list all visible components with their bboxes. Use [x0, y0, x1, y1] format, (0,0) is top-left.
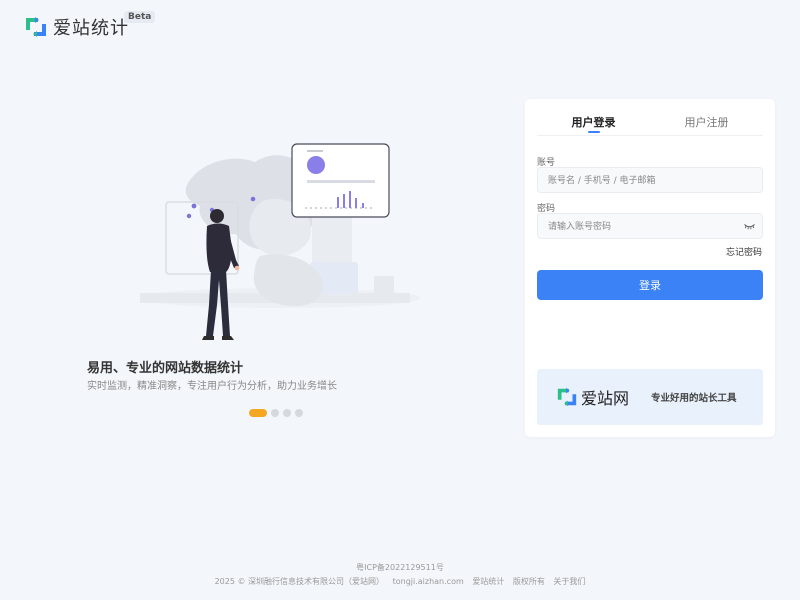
account-input[interactable]: [538, 169, 762, 193]
password-field-wrapper: [537, 213, 763, 239]
account-field-wrapper: [537, 167, 763, 193]
carousel-dot-1[interactable]: [249, 409, 267, 417]
aizhan-promo-banner[interactable]: 爱站网 专业好用的站长工具: [537, 369, 763, 425]
footer-links: 2025 © 深圳融行信息技术有限公司（爱站网） tongji.aizhan.c…: [0, 576, 800, 587]
forgot-password-link[interactable]: 忘记密码: [726, 245, 762, 258]
password-input[interactable]: [538, 215, 762, 239]
app-logo[interactable]: 爱站统计 Beta: [24, 11, 156, 40]
carousel-dot-3[interactable]: [283, 409, 291, 417]
hero-slogan: 易用、专业的网站数据统计: [87, 361, 244, 376]
aizhan-logo-icon: [26, 17, 46, 37]
login-card: 用户登录 用户注册 账号 密码 忘记密码 登录 爱站网 专业好用的站长工具: [525, 99, 775, 437]
banner-brand-name: 爱站网: [581, 389, 630, 408]
icp-link[interactable]: 粤ICP备2022129511号: [356, 563, 444, 572]
banner-tagline: 专业好用的站长工具: [651, 393, 737, 404]
footer-link-about[interactable]: 关于我们: [553, 577, 585, 586]
auth-tabs: 用户登录 用户注册: [537, 99, 763, 136]
footer-link-copyright[interactable]: 版权所有: [513, 577, 545, 586]
login-button[interactable]: 登录: [537, 270, 763, 300]
footer-icp: 粤ICP备2022129511号: [0, 562, 800, 573]
copyright-text: 2025 © 深圳融行信息技术有限公司（爱站网）: [214, 577, 385, 586]
carousel-dot-4[interactable]: [295, 409, 303, 417]
beta-badge: Beta: [124, 11, 156, 23]
hero-subtitle: 实时监测，精准洞察，专注用户行为分析，助力业务增长: [87, 381, 337, 392]
carousel-dot-2[interactable]: [271, 409, 279, 417]
brand-name: 爱站统计: [53, 18, 129, 39]
footer-link-domain[interactable]: tongji.aizhan.com: [393, 577, 464, 586]
carousel-indicators: [249, 409, 303, 417]
tab-login[interactable]: 用户登录: [537, 99, 650, 135]
footer-link-tongji[interactable]: 爱站统计: [472, 577, 504, 586]
aizhan-logo-icon: [557, 387, 577, 407]
tab-register[interactable]: 用户注册: [650, 99, 763, 135]
eye-closed-icon[interactable]: [744, 223, 755, 230]
hero-illustration: [140, 143, 420, 340]
